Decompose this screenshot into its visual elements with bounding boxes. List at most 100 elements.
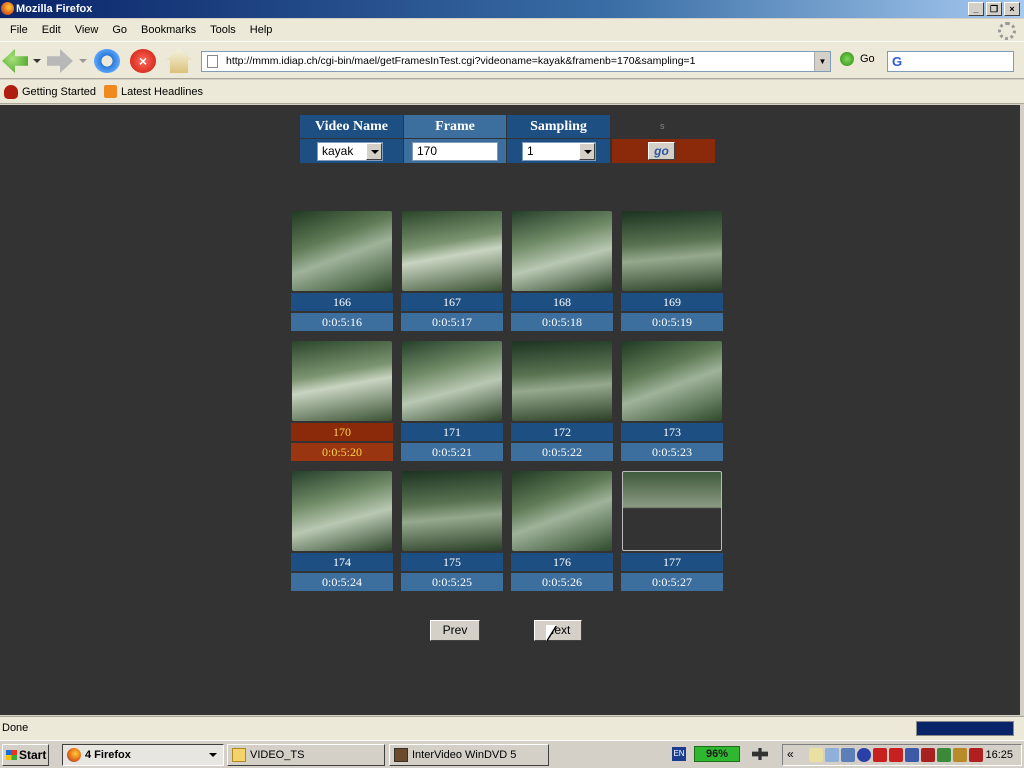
frame-thumbnail[interactable] — [622, 471, 722, 551]
go-button[interactable]: Go — [840, 52, 875, 66]
tray-shield-icon[interactable] — [921, 748, 935, 762]
video-name-select[interactable]: kayak — [317, 142, 383, 161]
taskbar-item-video-ts[interactable]: VIDEO_TS — [227, 744, 385, 766]
close-button[interactable]: × — [1004, 2, 1020, 16]
tray-printer-icon[interactable] — [969, 748, 983, 762]
tray-app-icon[interactable] — [953, 748, 967, 762]
status-text: Done — [2, 722, 29, 734]
forward-arrow-icon[interactable] — [47, 49, 73, 73]
frame-number-input[interactable]: 170 — [412, 142, 498, 161]
tray-app-icon[interactable] — [937, 748, 951, 762]
sampling-cell: 1 — [507, 139, 610, 163]
tray-shield-icon[interactable] — [905, 748, 919, 762]
home-icon[interactable] — [166, 49, 192, 73]
bookmark-getting-started[interactable]: Getting Started — [4, 84, 96, 99]
menu-help[interactable]: Help — [243, 24, 280, 36]
menu-bookmarks[interactable]: Bookmarks — [134, 24, 203, 36]
battery-meter[interactable]: 96% — [694, 746, 740, 762]
frame-header: Frame — [404, 115, 506, 138]
bluetooth-icon[interactable] — [857, 748, 871, 762]
go-submit-button[interactable]: go — [648, 142, 675, 160]
tray-network-icon[interactable] — [841, 748, 855, 762]
forward-history-dropdown-icon[interactable] — [79, 59, 87, 63]
start-button[interactable]: Start — [2, 744, 49, 766]
frame-timecode-label: 0:0:5:27 — [621, 573, 723, 591]
system-tray: « 16:25 — [782, 744, 1022, 766]
frame-thumbnail[interactable] — [512, 211, 612, 291]
clock[interactable]: 16:25 — [985, 745, 1013, 765]
frame-number-label: 168 — [511, 293, 613, 311]
chevron-down-icon[interactable] — [366, 143, 382, 160]
google-search-engine-icon[interactable]: G — [892, 54, 902, 69]
frame-thumbnail[interactable] — [292, 211, 392, 291]
sampling-select[interactable]: 1 — [522, 142, 596, 161]
frame-timecode-label: 0:0:5:19 — [621, 313, 723, 331]
restore-button[interactable]: ❐ — [986, 2, 1002, 16]
video-name-header: Video Name — [300, 115, 403, 138]
windvd-icon — [394, 748, 408, 762]
taskbar-item-label: VIDEO_TS — [250, 749, 305, 761]
language-indicator[interactable]: EN — [672, 747, 686, 761]
back-arrow-icon[interactable] — [2, 49, 28, 73]
reload-icon[interactable] — [94, 49, 120, 73]
sampling-value: 1 — [527, 144, 534, 158]
menu-view[interactable]: View — [68, 24, 106, 36]
frame-number-label: 171 — [401, 423, 503, 441]
frame-number-label: 167 — [401, 293, 503, 311]
frame-number-label: 172 — [511, 423, 613, 441]
tray-network-icon[interactable] — [825, 748, 839, 762]
chevron-down-icon[interactable] — [579, 143, 595, 160]
page-icon — [207, 55, 218, 68]
url-history-dropdown[interactable]: ▼ — [814, 52, 830, 71]
minimize-button[interactable]: _ — [968, 2, 984, 16]
scrollbar-edge — [1020, 105, 1024, 715]
frame-number-label: 169 — [621, 293, 723, 311]
menu-go[interactable]: Go — [105, 24, 134, 36]
go-button-label: Go — [860, 53, 875, 65]
frame-thumbnail[interactable] — [292, 341, 392, 421]
firefox-icon — [1, 2, 14, 15]
frame-thumbnail[interactable] — [512, 471, 612, 551]
video-name-cell: kayak — [300, 139, 403, 163]
search-input[interactable]: G — [887, 51, 1014, 72]
back-history-dropdown-icon[interactable] — [33, 59, 41, 63]
taskbar-item-firefox[interactable]: 4 Firefox — [62, 744, 224, 766]
frame-thumbnail[interactable] — [512, 341, 612, 421]
tray-expand-icon[interactable]: « — [787, 747, 794, 761]
taskbar-item-windvd[interactable]: InterVideo WinDVD 5 — [389, 744, 549, 766]
frame-thumbnail[interactable] — [622, 211, 722, 291]
tray-security-icon[interactable] — [873, 748, 887, 762]
frame-number-label: 174 — [291, 553, 393, 571]
menu-edit[interactable]: Edit — [35, 24, 68, 36]
url-bar[interactable]: http://mmm.idiap.ch/cgi-bin/mael/getFram… — [201, 51, 831, 72]
frame-number-label: 170 — [291, 423, 393, 441]
url-text[interactable]: http://mmm.idiap.ch/cgi-bin/mael/getFram… — [226, 55, 696, 67]
tray-antivirus-icon[interactable] — [889, 748, 903, 762]
progress-bar — [916, 721, 1014, 736]
bookmark-label: Latest Headlines — [121, 85, 203, 98]
frame-timecode-label: 0:0:5:18 — [511, 313, 613, 331]
sampling-header: Sampling — [507, 115, 610, 138]
frame-timecode-label: 0:0:5:16 — [291, 313, 393, 331]
activity-throbber-icon — [998, 22, 1016, 40]
prev-button[interactable]: Prev — [430, 620, 480, 641]
frame-timecode-label: 0:0:5:25 — [401, 573, 503, 591]
frame-number-label: 175 — [401, 553, 503, 571]
next-button[interactable]: Next — [534, 620, 582, 641]
menu-bar: File Edit View Go Bookmarks Tools Help — [0, 19, 1024, 41]
frame-thumbnail[interactable] — [292, 471, 392, 551]
navigation-toolbar: × http://mmm.idiap.ch/cgi-bin/mael/getFr… — [0, 41, 1024, 79]
stop-icon[interactable]: × — [130, 49, 156, 73]
bookmark-latest-headlines[interactable]: Latest Headlines — [104, 85, 203, 98]
menu-tools[interactable]: Tools — [203, 24, 243, 36]
frame-thumbnail[interactable] — [402, 471, 502, 551]
frame-cell: 170 — [404, 139, 506, 163]
go-arrow-icon — [840, 52, 854, 66]
frame-thumbnail[interactable] — [402, 341, 502, 421]
tray-app-icon[interactable] — [809, 748, 823, 762]
frame-thumbnail[interactable] — [622, 341, 722, 421]
window-title-bar[interactable]: Mozilla Firefox _ ❐ × — [0, 0, 1024, 18]
frame-timecode-label: 0:0:5:20 — [291, 443, 393, 461]
menu-file[interactable]: File — [3, 24, 35, 36]
frame-thumbnail[interactable] — [402, 211, 502, 291]
